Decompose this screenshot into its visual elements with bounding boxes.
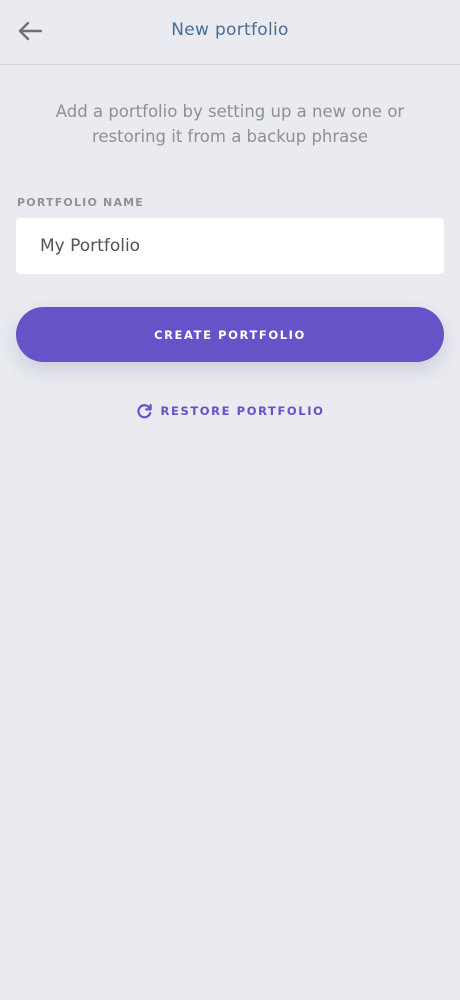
create-portfolio-button[interactable]: CREATE PORTFOLIO <box>16 307 444 362</box>
portfolio-name-input[interactable] <box>16 218 444 274</box>
refresh-icon <box>136 403 153 420</box>
portfolio-name-label: PORTFOLIO NAME <box>17 196 145 209</box>
restore-portfolio-button[interactable]: RESTORE PORTFOLIO <box>0 400 460 422</box>
intro-text: Add a portfolio by setting up a new one … <box>55 102 405 146</box>
top-bar: New portfolio <box>0 0 460 65</box>
page-title: New portfolio <box>171 20 289 40</box>
restore-portfolio-label: RESTORE PORTFOLIO <box>160 404 325 418</box>
